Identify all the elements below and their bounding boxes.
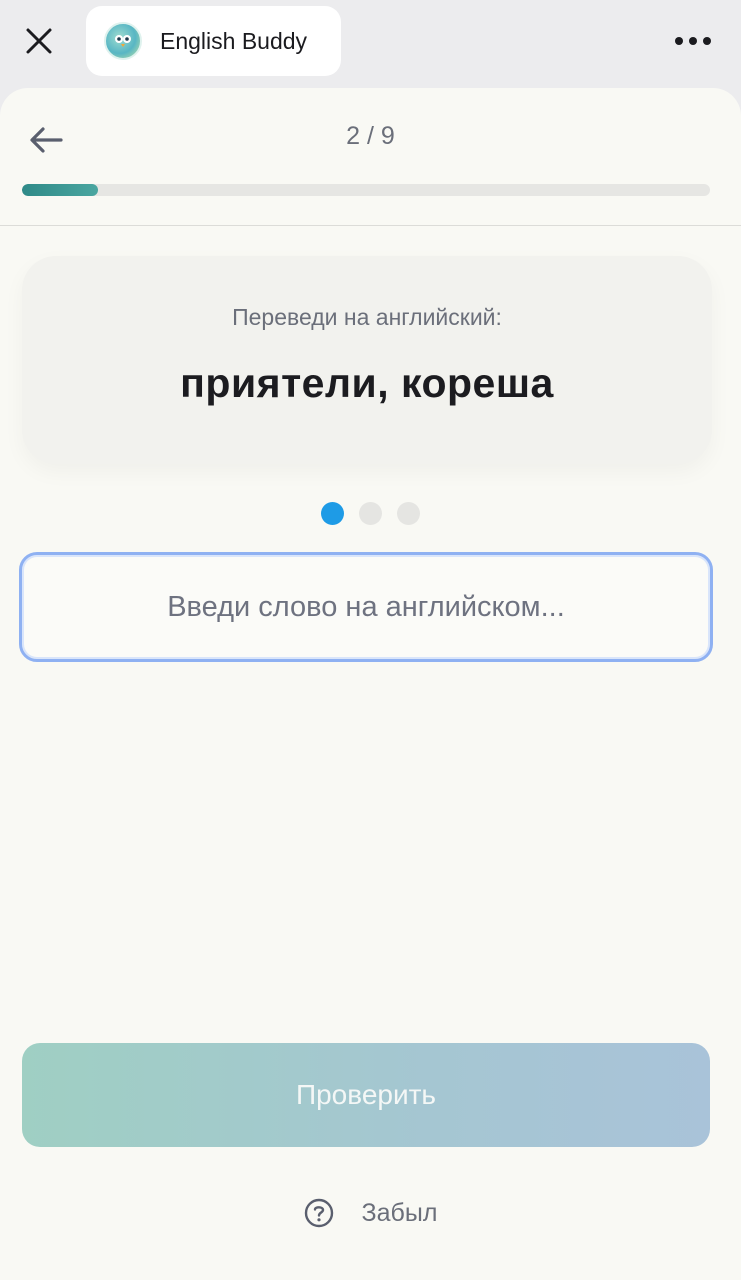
question-counter: 2 / 9 [346, 122, 395, 150]
check-button-label: Проверить [295, 1079, 437, 1110]
step-dot [359, 502, 382, 525]
answer-field-container [19, 552, 713, 662]
close-button[interactable] [18, 20, 60, 62]
owl-logo-icon [104, 22, 142, 60]
prompt-instruction: Переведи на английский: [232, 304, 502, 330]
step-dot [397, 502, 420, 525]
more-horizontal-icon [675, 37, 683, 45]
window-top-bar: English Buddy [0, 0, 741, 90]
more-options-button[interactable] [663, 24, 723, 58]
step-dot-active [321, 502, 344, 525]
forgot-button[interactable]: Забыл [0, 1198, 741, 1228]
exercise-sheet: 2 / 9 Переведи на английский: приятели, … [0, 88, 741, 1280]
answer-input[interactable] [22, 555, 710, 659]
header-divider [0, 225, 741, 226]
prompt-card: Переведи на английский: приятели, кореша [22, 256, 712, 464]
check-button[interactable]: Проверить [22, 1043, 710, 1147]
question-circle-icon [304, 1198, 333, 1228]
app-title: English Buddy [160, 27, 308, 54]
progress-bar [22, 184, 710, 196]
prompt-word: приятели, кореша [180, 360, 554, 406]
step-indicator [0, 502, 741, 525]
app-title-pill[interactable]: English Buddy [86, 6, 341, 76]
progress-bar-fill [22, 184, 99, 196]
close-icon [26, 28, 52, 54]
forgot-label: Забыл [361, 1198, 438, 1227]
